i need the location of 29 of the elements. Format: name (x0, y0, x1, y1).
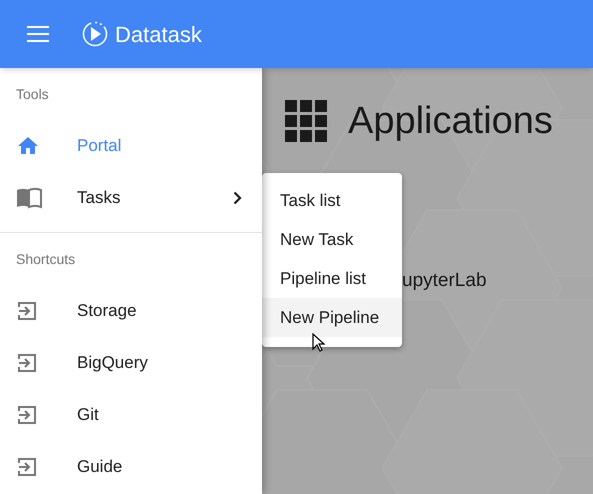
menu-icon[interactable] (27, 26, 49, 42)
section-heading: Tools (16, 84, 49, 104)
menu-item[interactable]: New Task (262, 220, 402, 259)
login-icon (16, 300, 38, 322)
menu-item[interactable]: New Pipeline (262, 298, 402, 337)
nav-label: Guide (77, 456, 124, 478)
play-logo-icon (82, 21, 108, 47)
nav-label: Portal (77, 135, 122, 158)
nav-label: Git (77, 404, 100, 426)
nav-item[interactable]: Storage (0, 285, 262, 337)
login-icon (16, 352, 38, 374)
login-icon (16, 404, 38, 426)
nav-item[interactable]: Guide (0, 441, 262, 493)
menu-item[interactable]: Pipeline list (262, 259, 402, 298)
nav-label: BigQuery (77, 352, 149, 374)
nav-item[interactable]: Git (0, 389, 262, 441)
nav-item[interactable]: BigQuery (0, 337, 262, 389)
app-title: Datatask (115, 20, 202, 48)
nav-item[interactable]: Tasks (0, 172, 262, 224)
nav-label: Storage (77, 300, 138, 322)
page-heading: Applications (348, 102, 553, 140)
app-label: upyterLab (402, 269, 487, 293)
section-heading: Shortcuts (16, 250, 76, 268)
login-icon (16, 456, 38, 478)
book-icon (16, 187, 42, 209)
nav-item[interactable]: Portal (0, 120, 262, 172)
apps-grid-icon (285, 100, 327, 142)
nav-label: Tasks (77, 187, 122, 210)
menu-item[interactable]: Task list (262, 181, 402, 220)
